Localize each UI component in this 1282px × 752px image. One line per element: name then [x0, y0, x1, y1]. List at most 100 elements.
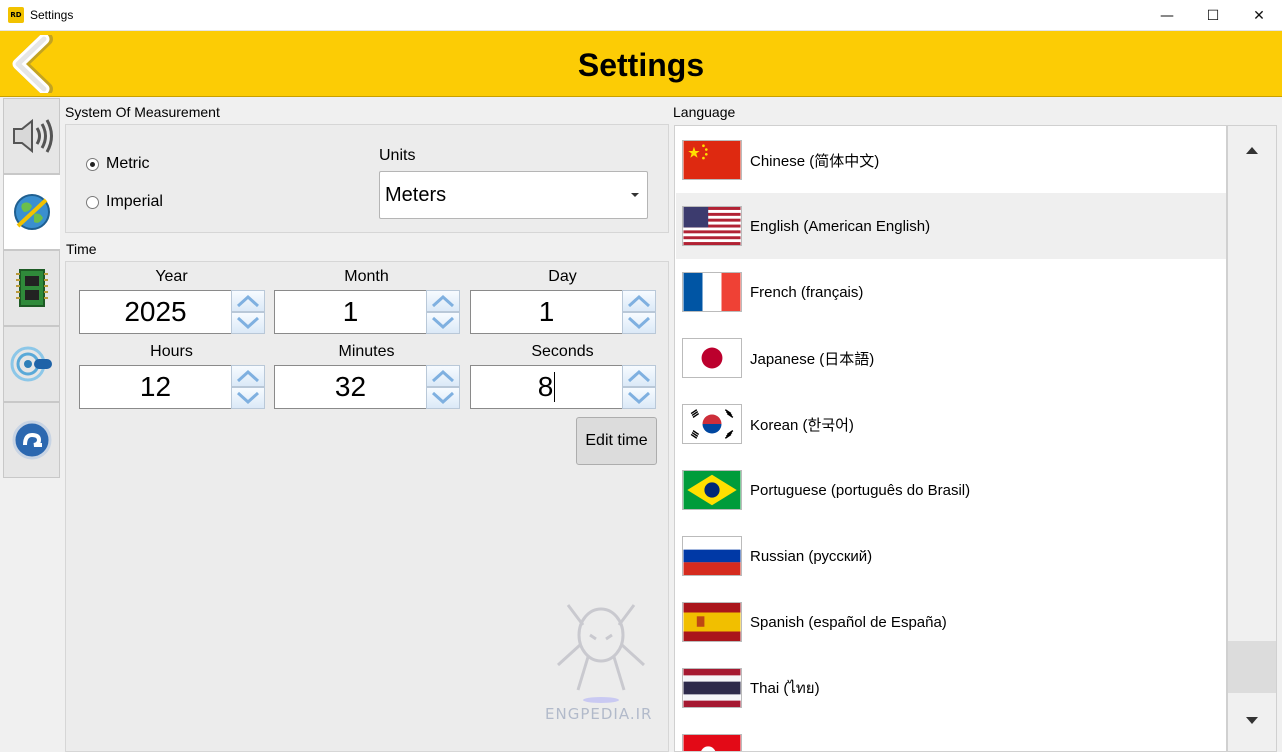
chevron-down-icon [627, 316, 651, 330]
window-titlebar: RD Settings — ☐ ✕ [0, 0, 1282, 31]
month-input[interactable]: 1 [274, 290, 427, 334]
triangle-up-icon [1246, 146, 1258, 154]
hours-increment[interactable] [231, 365, 265, 387]
kr-flag-icon [682, 404, 742, 444]
day-label: Day [548, 268, 577, 285]
units-label: Units [379, 147, 416, 164]
month-decrement[interactable] [426, 312, 460, 334]
year-input[interactable]: 2025 [79, 290, 232, 334]
language-name: Thai (ไทย) [750, 680, 820, 697]
minutes-label: Minutes [338, 343, 395, 360]
text-cursor [554, 372, 556, 402]
jp-flag-icon [682, 338, 742, 378]
day-decrement[interactable] [622, 312, 656, 334]
chevron-up-icon [236, 369, 260, 383]
tab-wireless[interactable] [3, 326, 60, 402]
br-flag-icon [682, 470, 742, 510]
list-item-thai[interactable]: Thai (ไทย) [676, 655, 1226, 721]
language-name: Chinese (简体中文) [750, 152, 880, 170]
ru-flag-icon [682, 536, 742, 576]
list-item-japanese[interactable]: Japanese (日本語) [676, 325, 1226, 391]
info-icon [12, 420, 51, 460]
signal-icon [10, 346, 52, 382]
partial-flag-icon [682, 734, 742, 751]
seconds-decrement[interactable] [622, 387, 656, 409]
language-name: Portuguese (português do Brasil) [750, 481, 971, 499]
list-item-korean[interactable]: Korean (한국어) [676, 391, 1226, 457]
chevron-down-icon [431, 316, 455, 330]
language-list[interactable]: Chinese (简体中文) English (American English… [674, 125, 1227, 752]
metric-label: Metric [106, 155, 150, 172]
edit-time-button[interactable]: Edit time [576, 417, 657, 465]
seconds-increment[interactable] [622, 365, 656, 387]
scroll-up-button[interactable] [1228, 126, 1276, 174]
year-decrement[interactable] [231, 312, 265, 334]
minutes-decrement[interactable] [426, 387, 460, 409]
seconds-input[interactable]: 8 [470, 365, 623, 409]
list-item-spanish[interactable]: Spanish (español de España) [676, 589, 1226, 655]
chevron-up-icon [431, 369, 455, 383]
cn-flag-icon [682, 140, 742, 180]
circuit-board-icon [15, 269, 48, 307]
day-increment[interactable] [622, 290, 656, 312]
language-name: Japanese (日本語) [750, 350, 875, 368]
list-item-portuguese[interactable]: Portuguese (português do Brasil) [676, 457, 1226, 523]
watermark-text: ENGPEDIA.IR [545, 705, 653, 723]
month-label: Month [344, 268, 389, 285]
page-title: Settings [577, 47, 705, 83]
tab-regional[interactable] [3, 174, 60, 250]
hours-spinbox[interactable]: 12 [79, 365, 265, 409]
minutes-input[interactable]: 32 [274, 365, 427, 409]
th-flag-icon [682, 668, 742, 708]
list-item-chinese[interactable]: Chinese (简体中文) [676, 127, 1226, 193]
hours-input[interactable]: 12 [79, 365, 232, 409]
chevron-down-icon [627, 391, 651, 405]
minutes-increment[interactable] [426, 365, 460, 387]
units-value: Meters [385, 183, 447, 206]
minutes-spinbox[interactable]: 32 [274, 365, 460, 409]
list-item-french[interactable]: French (français) [676, 259, 1226, 325]
list-item-partial[interactable] [676, 721, 1226, 751]
chevron-down-icon [236, 391, 260, 405]
speaker-icon [12, 118, 53, 154]
minimize-button[interactable]: — [1144, 0, 1190, 31]
language-name: Russian (русский) [750, 547, 873, 565]
day-input[interactable]: 1 [470, 290, 623, 334]
year-label: Year [155, 268, 188, 285]
tab-about[interactable] [3, 402, 60, 478]
chevron-up-icon [627, 369, 651, 383]
time-group-title: Time [66, 241, 97, 257]
fr-flag-icon [682, 272, 742, 312]
es-flag-icon [682, 602, 742, 642]
chevron-up-icon [236, 294, 260, 308]
window-title: Settings [30, 8, 74, 22]
language-name: Spanish (español de España) [750, 613, 947, 631]
units-dropdown[interactable]: Meters [379, 171, 648, 219]
scroll-down-button[interactable] [1228, 696, 1276, 744]
chevron-up-icon [627, 294, 651, 308]
close-button[interactable]: ✕ [1236, 0, 1282, 31]
chevron-down-icon [236, 316, 260, 330]
month-spinbox[interactable]: 1 [274, 290, 460, 334]
language-scrollbar[interactable] [1227, 125, 1277, 752]
day-spinbox[interactable]: 1 [470, 290, 656, 334]
imperial-radio[interactable]: Imperial [86, 193, 163, 211]
seconds-spinbox[interactable]: 8 [470, 365, 656, 409]
year-spinbox[interactable]: 2025 [79, 290, 265, 334]
language-name: French (français) [750, 283, 864, 301]
language-name: Korean (한국어) [750, 416, 854, 434]
list-item-english[interactable]: English (American English) [676, 193, 1226, 259]
tab-hardware[interactable] [3, 250, 60, 326]
year-increment[interactable] [231, 290, 265, 312]
tab-sound[interactable] [3, 98, 60, 174]
globe-icon [14, 194, 50, 230]
hours-label: Hours [150, 343, 193, 360]
metric-radio[interactable]: Metric [86, 155, 150, 173]
imperial-label: Imperial [106, 193, 163, 210]
radio-unchecked-icon [86, 195, 99, 209]
scroll-thumb[interactable] [1228, 641, 1276, 693]
month-increment[interactable] [426, 290, 460, 312]
maximize-button[interactable]: ☐ [1190, 0, 1236, 31]
list-item-russian[interactable]: Russian (русский) [676, 523, 1226, 589]
hours-decrement[interactable] [231, 387, 265, 409]
